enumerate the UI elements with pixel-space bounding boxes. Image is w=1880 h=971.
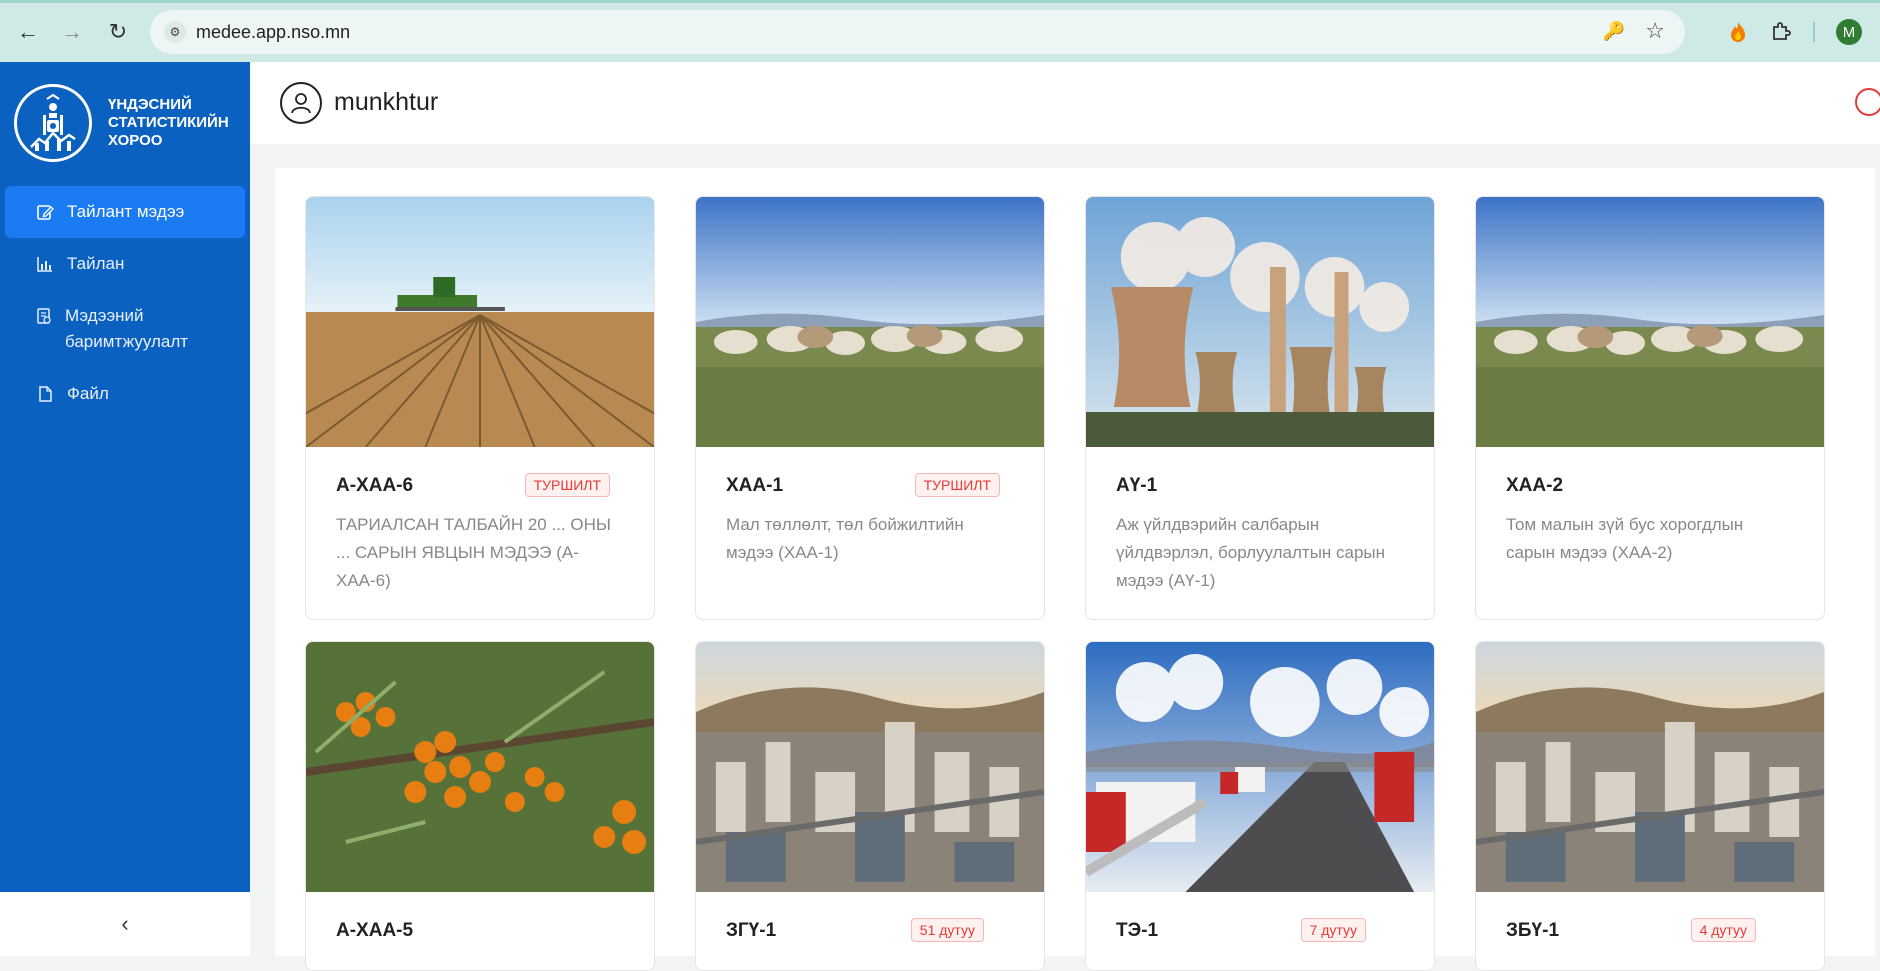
profile-avatar[interactable]: M [1836,19,1862,45]
card-image [306,642,654,892]
sidebar-item-label: Файл [67,384,109,403]
card-image [696,197,1044,447]
browser-toolbar: ← → ↻ ⚙ medee.app.nso.mn 🔑 ☆ M [0,0,1880,62]
card-image [1086,197,1434,447]
report-card[interactable]: ЗБҮ-1 4 дутуу [1475,641,1825,971]
card-description: ТАРИАЛСАН ТАЛБАЙН 20 ... ОНЫ ... САРЫН Я… [336,515,611,590]
sidebar-menu: Тайлант мэдээ Тайлан Мэдээний баримтжуул… [5,186,245,420]
bar-chart-icon [35,251,55,277]
extensions-puzzle-icon[interactable] [1767,18,1795,46]
forward-arrow-icon[interactable]: → [58,18,86,46]
card-body: ХАА-2 Том малын зүй бус хорогдлын сарын … [1476,447,1824,587]
user-icon[interactable] [280,82,322,124]
card-image [696,642,1044,892]
username: munkhtur [334,88,439,116]
back-arrow-icon[interactable]: ← [14,18,42,46]
card-body: А-ХАА-6 ТУРШИЛТ ТАРИАЛСАН ТАЛБАЙН 20 ...… [306,447,654,615]
address-bar[interactable]: ⚙ medee.app.nso.mn 🔑 ☆ [150,10,1685,54]
card-body: ЗГҮ-1 51 дутуу [696,892,1044,962]
org-name: Үндэсний статистикийн хороо [108,96,229,149]
logout-icon[interactable] [1855,88,1880,116]
card-code: АҮ-1 [1116,475,1158,496]
card-code: ХАА-2 [1506,475,1564,496]
report-card[interactable]: А-ХАА-6 ТУРШИЛТ ТАРИАЛСАН ТАЛБАЙН 20 ...… [305,196,655,620]
status-badge: 7 дутуу [1300,918,1366,942]
card-image [1476,642,1824,892]
sidebar: Үндэсний статистикийн хороо Тайлант мэдэ… [0,62,250,956]
sidebar-item-reports-data[interactable]: Тайлант мэдээ [5,186,245,238]
card-body: ТЭ-1 7 дутуу [1086,892,1434,962]
report-card[interactable]: А-ХАА-5 [305,641,655,971]
sidebar-collapse-button[interactable]: ‹ [0,892,250,956]
file-icon [35,381,55,407]
card-description: Том малын зүй бус хорогдлын сарын мэдээ … [1506,515,1744,562]
sidebar-item-report[interactable]: Тайлан [5,238,245,290]
toolbar-separator [1813,22,1815,42]
report-card[interactable]: ХАА-2 Том малын зүй бус хорогдлын сарын … [1475,196,1825,620]
key-icon[interactable]: 🔑 [1603,21,1625,42]
sidebar-item-label: Мэдээний баримтжуулалт [65,306,189,351]
sidebar-item-label: Тайлан [67,254,125,273]
card-description: Мал төллөлт, төл бойжилтийн мэдээ (ХАА-1… [726,515,964,562]
tab-strip [0,0,1880,3]
card-body: ЗБҮ-1 4 дутуу [1476,892,1824,962]
report-card[interactable]: АҮ-1 Аж үйлдвэрийн салбарын үйлдвэрлэл, … [1085,196,1435,620]
nso-logo [14,84,92,162]
status-badge: ТУРШИЛТ [914,473,1000,497]
card-description: Аж үйлдвэрийн салбарын үйлдвэрлэл, борлу… [1116,515,1386,590]
card-body: ХАА-1 ТУРШИЛТ Мал төллөлт, төл бойжилтий… [696,447,1044,587]
edit-icon [35,199,55,225]
status-badge: 51 дутуу [910,918,984,942]
chevron-left-icon: ‹ [121,911,129,936]
card-image [1476,197,1824,447]
card-image [1086,642,1434,892]
page-header: munkhtur [250,62,1880,144]
sidebar-item-label: Тайлант мэдээ [67,202,185,221]
url-text[interactable]: medee.app.nso.mn [196,22,350,43]
card-body: А-ХАА-5 [306,892,654,962]
bookmark-star-icon[interactable]: ☆ [1645,18,1665,44]
sidebar-item-documentation[interactable]: Мэдээний баримтжуулалт [5,290,245,368]
report-card[interactable]: ХАА-1 ТУРШИЛТ Мал төллөлт, төл бойжилтий… [695,196,1045,620]
site-settings-icon[interactable]: ⚙ [164,21,186,43]
report-card[interactable]: ТЭ-1 7 дутуу [1085,641,1435,971]
card-code: А-ХАА-5 [336,920,414,941]
report-card[interactable]: ЗГҮ-1 51 дутуу [695,641,1045,971]
reload-icon[interactable]: ↻ [104,18,132,46]
card-body: АҮ-1 Аж үйлдвэрийн салбарын үйлдвэрлэл, … [1086,447,1434,615]
status-badge: 4 дутуу [1690,918,1756,942]
document-check-icon [35,303,53,329]
sidebar-item-file[interactable]: Файл [5,368,245,420]
card-image [306,197,654,447]
status-badge: ТУРШИЛТ [524,473,610,497]
report-cards-grid: А-ХАА-6 ТУРШИЛТ ТАРИАЛСАН ТАЛБАЙН 20 ...… [275,168,1875,971]
flame-extension-icon[interactable] [1724,18,1752,46]
